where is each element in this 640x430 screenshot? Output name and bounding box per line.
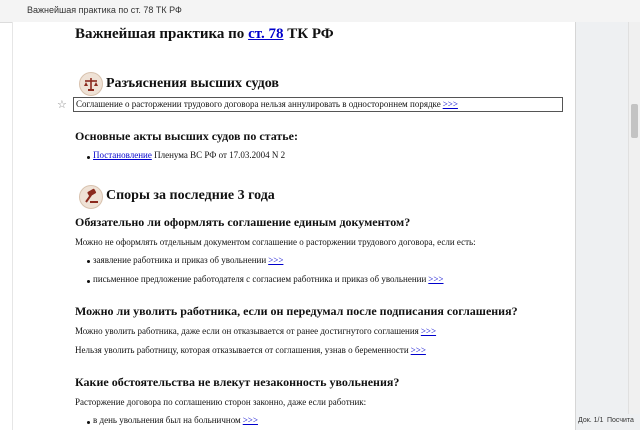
courts-highlight-more-link[interactable]: >>> [443,99,458,109]
courts-highlight-text: Соглашение о расторжении трудового догов… [76,99,441,109]
q2-line-more-link[interactable]: >>> [411,345,426,355]
q1-heading: Обязательно ли оформлять соглашение един… [75,215,411,229]
q2-line-text: Можно уволить работника, даже если он от… [75,326,419,336]
bullet [87,280,90,283]
q2-line-text: Нельзя уволить работницу, которая отказы… [75,345,409,355]
q1-item-more-link[interactable]: >>> [428,274,443,284]
page-title-suffix: ТК РФ [287,26,334,42]
q3-item: в день увольнения был на больничном >>> [93,415,258,425]
page-title-prefix: Важнейшая практика по [75,26,245,42]
document-view[interactable]: Важнейшая практика по ст. 78 ТК РФ Разъя… [12,22,575,430]
section-courts-heading: Разъяснения высших судов [106,76,279,91]
q3-intro: Расторжение договора по соглашению сторо… [75,397,367,407]
star-icon[interactable]: ☆ [57,98,67,111]
q1-item: заявление работника и приказ об увольнен… [93,255,283,265]
window-titlebar: Важнейшая практика по ст. 78 ТК РФ [0,0,640,23]
bullet [87,156,90,159]
courts-highlight-line: Соглашение о расторжении трудового догов… [76,99,458,109]
q3-item-more-link[interactable]: >>> [243,415,258,425]
scales-icon [79,72,103,96]
q2-line-more-link[interactable]: >>> [421,326,436,336]
page-title: Важнейшая практика по ст. 78 ТК РФ [75,26,334,43]
count-button[interactable]: Посчита [607,417,634,424]
q1-intro: Можно не оформлять отдельным документом … [75,237,476,247]
q2-line: Можно уволить работника, даже если он от… [75,326,436,336]
article-link[interactable]: ст. 78 [248,26,283,42]
bullet [87,260,90,263]
q2-heading: Можно ли уволить работника, если он пере… [75,304,518,318]
q1-item: письменное предложение работодателя с со… [93,274,444,284]
window-title: Важнейшая практика по ст. 78 ТК РФ [27,5,182,15]
scrollbar-thumb[interactable] [631,104,638,138]
acts-item: Постановление Пленума ВС РФ от 17.03.200… [93,150,285,160]
q2-line: Нельзя уволить работницу, которая отказы… [75,345,426,355]
bullet [87,421,90,424]
q3-heading: Какие обстоятельства не влекут незаконно… [75,375,400,389]
q1-item-text: письменное предложение работодателя с со… [93,274,427,284]
acts-item-rest: Пленума ВС РФ от 17.03.2004 N 2 [154,150,286,160]
status-bar: Док. 1/1 Посчита [575,414,640,430]
vertical-scrollbar[interactable] [628,22,640,414]
q1-item-more-link[interactable]: >>> [268,255,283,265]
acts-heading: Основные акты высших судов по статье: [75,129,298,143]
q1-item-text: заявление работника и приказ об увольнен… [93,255,267,265]
q3-item-text: в день увольнения был на больничном [93,415,241,425]
gavel-icon [79,185,103,209]
doc-page-indicator: Док. 1/1 [578,417,604,424]
section-disputes-heading: Споры за последние 3 года [106,188,275,203]
resolution-link[interactable]: Постановление [93,150,152,160]
